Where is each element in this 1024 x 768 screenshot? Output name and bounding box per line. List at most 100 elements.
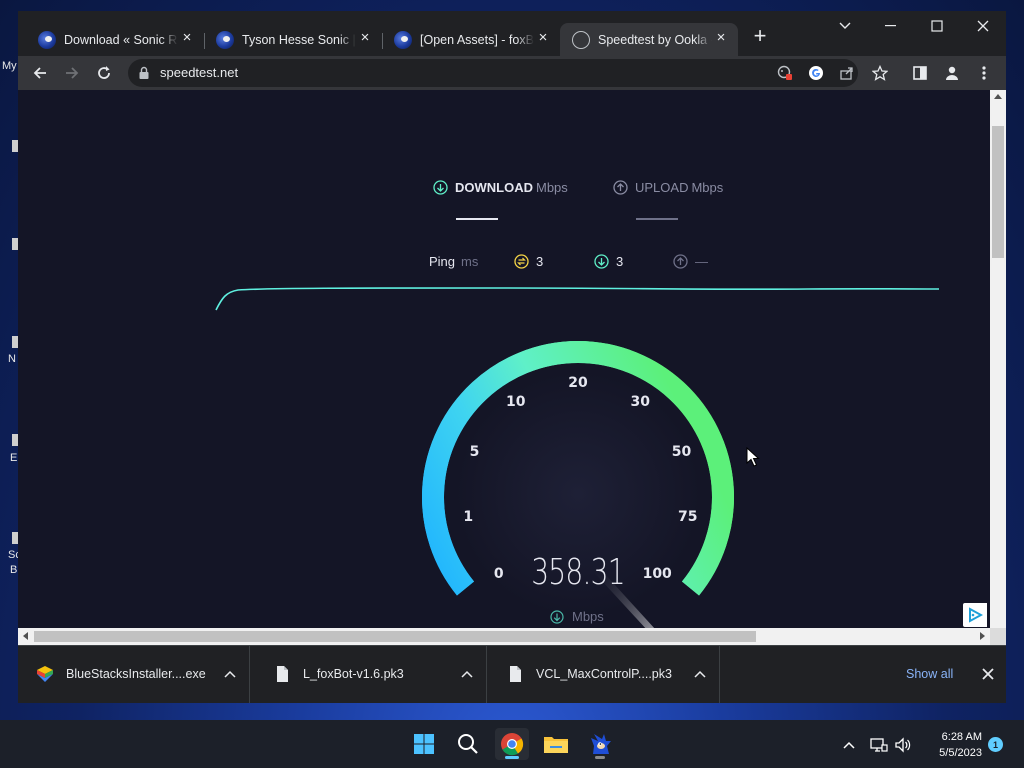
chevron-up-icon[interactable] [459, 666, 475, 682]
speed-value: 358.31 [531, 552, 625, 593]
sonic-favicon-icon [38, 30, 56, 49]
chrome-icon [501, 733, 524, 756]
download-item[interactable]: BlueStacksInstaller....exe [18, 646, 250, 703]
volume-icon[interactable] [894, 736, 912, 754]
scroll-right-arrow[interactable] [980, 632, 985, 640]
close-download-shelf-button[interactable] [978, 664, 998, 684]
close-icon[interactable]: × [180, 30, 194, 45]
notification-badge[interactable]: 1 [988, 737, 1003, 752]
profile-avatar-icon[interactable] [943, 64, 961, 82]
scroll-up-arrow[interactable] [994, 94, 1002, 99]
tab-open-assets[interactable]: [Open Assets] - foxBo × [382, 23, 560, 56]
gauge-tick-label: 10 [506, 394, 526, 410]
download-filename: VCL_MaxControlP....pk3 [536, 667, 672, 681]
google-lens-icon[interactable] [807, 64, 825, 82]
reload-button[interactable] [90, 59, 118, 87]
tab-tyson-hesse[interactable]: Tyson Hesse Sonic | S × [204, 23, 383, 56]
maximize-icon [931, 20, 943, 32]
ping-row: Ping ms [429, 254, 478, 269]
desktop-label[interactable]: N [8, 353, 16, 365]
ping-upload-value: — [695, 254, 708, 269]
download-item[interactable]: VCL_MaxControlP....pk3 [488, 646, 720, 703]
running-indicator [595, 756, 605, 759]
upload-arrow-icon [613, 180, 628, 195]
horizontal-scrollbar[interactable] [18, 628, 990, 645]
close-icon [982, 668, 994, 680]
chevron-up-icon [843, 741, 855, 749]
gauge-tick-label: 0 [494, 566, 504, 582]
page-viewport: DOWNLOAD Mbps UPLOAD Mbps Ping ms 3 3 — … [18, 90, 990, 628]
download-label: DOWNLOAD [455, 180, 533, 195]
scrollbar-thumb[interactable] [992, 126, 1004, 258]
download-unit: Mbps [536, 180, 568, 195]
taskbar-chrome[interactable] [495, 728, 529, 760]
download-latency-icon [594, 254, 609, 269]
download-filename: L_foxBot-v1.6.pk3 [303, 667, 404, 681]
ping-download: 3 [594, 254, 623, 269]
share-icon[interactable] [838, 64, 856, 82]
ping-upload: — [673, 254, 708, 269]
close-icon[interactable]: × [714, 30, 728, 45]
desktop-label[interactable]: My [2, 60, 17, 72]
download-item[interactable]: L_foxBot-v1.6.pk3 [255, 646, 487, 703]
toolbar: speedtest.net [18, 56, 1006, 90]
tab-search-button[interactable] [822, 11, 868, 41]
tab-download-sonic[interactable]: Download « Sonic Ro × [26, 23, 205, 56]
minimize-icon [885, 25, 896, 27]
ping-idle: 3 [514, 254, 543, 269]
upload-latency-icon [673, 254, 688, 269]
vertical-scrollbar[interactable] [990, 90, 1006, 628]
speed-unit: Mbps [572, 609, 604, 624]
taskbar-sonic-app[interactable] [583, 728, 617, 760]
adchoices-icon[interactable] [963, 603, 987, 627]
network-icon[interactable] [870, 736, 888, 754]
bookmark-star-icon[interactable] [871, 64, 889, 82]
menu-kebab-icon[interactable] [975, 64, 993, 82]
address-bar[interactable]: speedtest.net [128, 59, 858, 87]
new-tab-button[interactable]: + [748, 25, 772, 49]
back-button[interactable] [26, 59, 54, 87]
system-clock[interactable]: 6:28 AM 5/5/2023 [926, 729, 982, 761]
close-window-button[interactable] [960, 11, 1006, 41]
chevron-up-icon[interactable] [222, 666, 238, 682]
scrollbar-thumb[interactable] [34, 631, 756, 642]
sonic-app-icon [591, 734, 611, 754]
side-panel-icon[interactable] [911, 64, 929, 82]
desktop-icons-strip: My N E Sc B [0, 0, 21, 720]
taskbar: 6:28 AM 5/5/2023 1 [0, 720, 1024, 768]
tab-title: [Open Assets] - foxBo [420, 32, 534, 47]
speedtest-favicon-icon [572, 30, 590, 49]
windows-logo-icon [414, 734, 434, 754]
forward-button[interactable] [58, 59, 86, 87]
tab-title: Speedtest by Ookla - [598, 32, 712, 47]
download-underline [456, 218, 498, 220]
desktop-label[interactable]: B [10, 564, 17, 576]
scroll-left-arrow[interactable] [23, 632, 28, 640]
upload-metric-tab[interactable]: UPLOAD Mbps [613, 180, 723, 195]
cookie-blocked-icon[interactable] [776, 64, 794, 82]
tab-title: Tyson Hesse Sonic | S [242, 32, 356, 47]
lock-icon [139, 66, 149, 79]
url-text: speedtest.net [160, 65, 239, 80]
chevron-up-icon[interactable] [692, 666, 708, 682]
file-icon [510, 666, 521, 682]
desktop-label[interactable]: E [10, 452, 17, 464]
show-hidden-icons-button[interactable] [840, 736, 858, 754]
browser-window: Download « Sonic Ro × Tyson Hesse Sonic … [18, 11, 1006, 703]
search-button[interactable] [451, 728, 485, 760]
close-icon[interactable]: × [536, 30, 550, 45]
gauge-tick-label: 50 [672, 444, 692, 460]
start-button[interactable] [407, 728, 441, 760]
gauge-tick-label: 1 [463, 509, 473, 525]
show-all-downloads-link[interactable]: Show all [906, 667, 953, 681]
download-metric-tab[interactable]: DOWNLOAD Mbps [433, 180, 568, 195]
ping-unit: ms [461, 254, 479, 269]
bluestacks-icon [37, 666, 53, 682]
clock-time: 6:28 AM [941, 731, 982, 743]
close-icon[interactable]: × [358, 30, 372, 45]
ping-idle-value: 3 [536, 254, 544, 269]
maximize-button[interactable] [914, 11, 960, 41]
taskbar-file-explorer[interactable] [539, 728, 573, 760]
tab-speedtest[interactable]: Speedtest by Ookla - × [560, 23, 738, 56]
minimize-button[interactable] [868, 11, 914, 41]
